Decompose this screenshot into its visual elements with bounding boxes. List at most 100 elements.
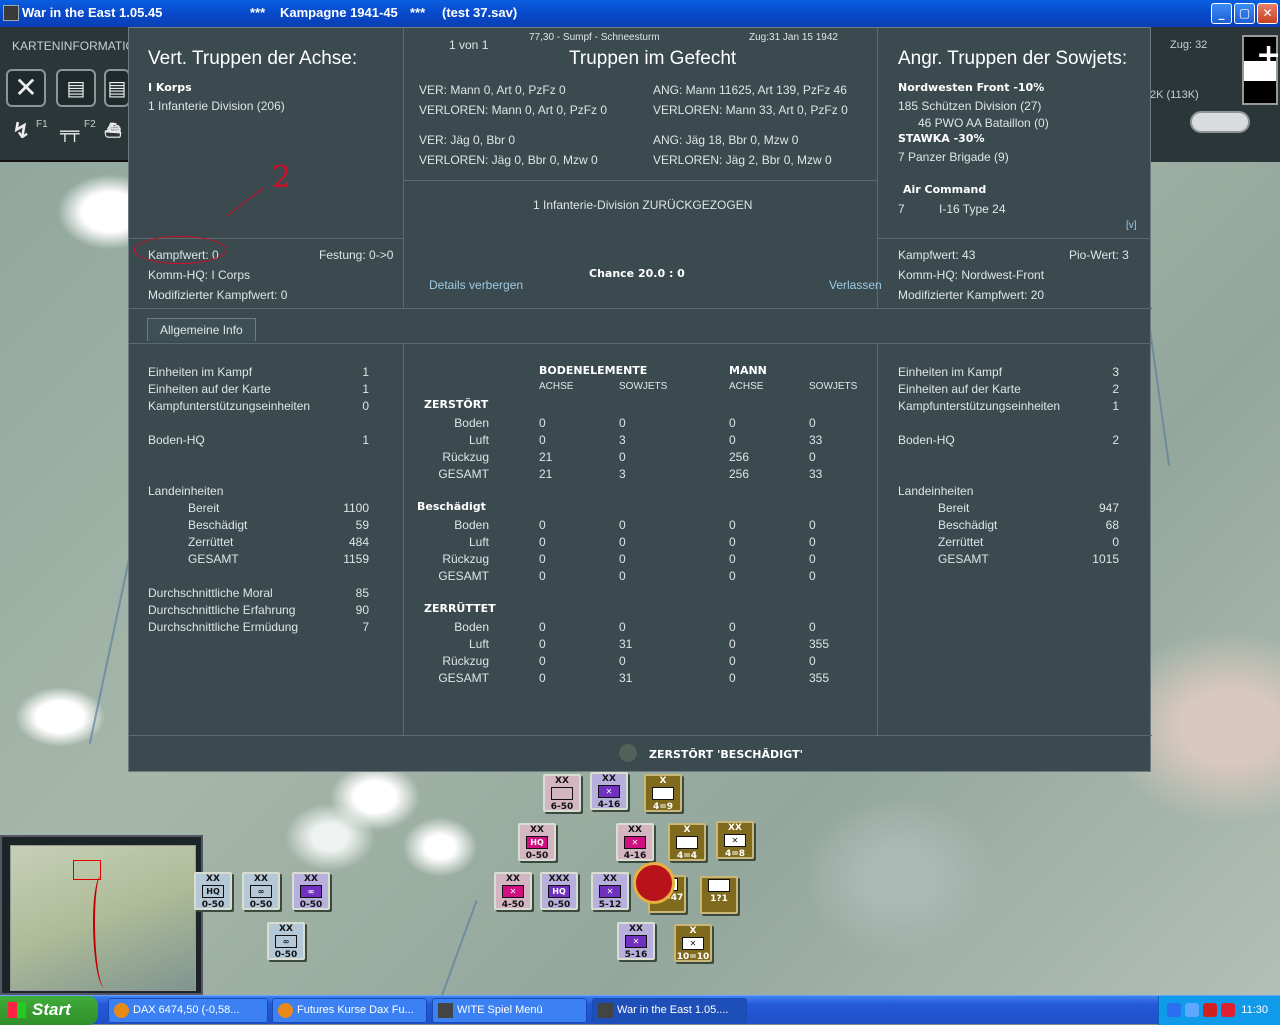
unit-counter[interactable]: XX ∞ 0-50 (292, 872, 330, 910)
unit-counter[interactable]: XXX HQ 0-50 (540, 872, 578, 910)
att-air: ANG: Jäg 18, Bbr 0, Mzw 0 (653, 133, 799, 147)
unit-type-icon: HQ (202, 885, 224, 898)
minimize-button[interactable]: _ (1211, 3, 1232, 24)
unit-strength-label: 1?1 (710, 894, 728, 904)
minimap-viewport (73, 860, 101, 880)
loss-row-label: Luft (468, 637, 489, 651)
loss-value: 0 (619, 552, 626, 566)
unit-type-icon (676, 836, 698, 849)
close-icon[interactable]: ✕ (6, 69, 46, 107)
loss-value: 0 (809, 416, 816, 430)
loss-value: 0 (619, 620, 626, 634)
expand-button[interactable]: [v] (1126, 220, 1137, 231)
unit-type-icon: HQ (526, 836, 548, 849)
turn-label: Zug: 32 (1170, 39, 1208, 51)
unit-counter[interactable]: XX ✕ 4-16 (616, 823, 654, 861)
air-command-label: Air Command (903, 183, 987, 196)
unit-counter[interactable]: X 4=9 (644, 774, 682, 812)
legend-icon (619, 744, 637, 762)
att-lost: VERLOREN: Mann 33, Art 0, PzFz 0 (653, 103, 848, 117)
unit-size-label: XX (555, 776, 569, 786)
attacker-unit[interactable]: 7 Panzer Brigade (9) (898, 150, 1009, 164)
def-air-lost: VERLOREN: Jäg 0, Bbr 0, Mzw 0 (419, 153, 598, 167)
stat-label: Boden-HQ (898, 433, 955, 447)
report-icon[interactable]: ▤ (56, 69, 96, 107)
f2-label: F2 (84, 119, 96, 130)
defender-modified-value: Modifizierter Kampfwert: 0 (148, 288, 288, 302)
map-info-label: KARTENINFORMATION (12, 39, 130, 53)
unit-counter[interactable]: 1?1 (700, 876, 738, 914)
unit-size-label: X (683, 825, 691, 835)
unit-strength-label: 0-50 (547, 900, 571, 910)
unit-strength-label: 0-50 (274, 950, 298, 960)
att-men: ANG: Mann 11625, Art 139, PzFz 46 (653, 83, 847, 97)
loss-section-title: Beschädigt (417, 500, 486, 513)
toggle-button[interactable] (1190, 111, 1250, 133)
loss-value: 0 (619, 569, 626, 583)
unit-strength-label: 4=8 (724, 849, 746, 859)
unit-size-label: XX (304, 874, 318, 884)
unit-counter[interactable]: XX HQ 0-50 (518, 823, 556, 861)
loss-row-label: Luft (468, 433, 489, 447)
loss-value: 0 (729, 620, 736, 634)
air-unit-count: 7 (898, 202, 905, 216)
move-mode-icon[interactable]: ↯ (12, 119, 30, 144)
list-icon[interactable]: ▤ (104, 69, 130, 107)
minimap[interactable] (0, 835, 203, 995)
defender-command-hq: Komm-HQ: I Corps (148, 268, 251, 282)
unit-size-label: XXX (548, 874, 570, 884)
stat-value: 1 (362, 433, 369, 447)
hide-details-link[interactable]: Details verbergen (429, 278, 523, 292)
start-button[interactable]: Start (0, 996, 98, 1025)
loss-value: 0 (729, 433, 736, 447)
col-ground-elements: BODENELEMENTE (539, 364, 648, 377)
unit-counter[interactable]: XX ✕ 4-16 (590, 772, 628, 810)
stat-label: Einheiten auf der Karte (898, 382, 1021, 396)
stat-value: 85 (355, 586, 369, 600)
loss-value: 0 (619, 535, 626, 549)
loss-row-label: GESAMT (438, 671, 489, 685)
unit-counter[interactable]: XX ✕ 4=8 (716, 821, 754, 859)
attacker-unit[interactable]: 46 PWO AA Bataillon (0) (918, 116, 1049, 130)
loss-value: 3 (619, 433, 626, 447)
attacker-command-hq: Komm-HQ: Nordwest-Front (898, 268, 1045, 282)
taskbar-item-active[interactable]: War in the East 1.05.... (592, 998, 747, 1023)
taskbar: Start DAX 6474,50 (-0,58... Futures Kurs… (0, 995, 1280, 1025)
unit-counter[interactable]: XX ✕ 4-50 (494, 872, 532, 910)
attacker-unit[interactable]: 185 Schützen Division (27) (898, 99, 1041, 113)
naval-mode-icon[interactable]: ⛴ (104, 123, 122, 139)
security-icon[interactable] (1203, 1003, 1217, 1017)
unit-counter[interactable]: XX ∞ 0-50 (242, 872, 280, 910)
unit-counter[interactable]: XX ∞ 0-50 (267, 922, 305, 960)
minimap-view[interactable] (10, 845, 196, 991)
unit-counter[interactable]: X ✕ 10=10 (674, 924, 712, 962)
unit-counter[interactable]: XX ✕ 5-12 (591, 872, 629, 910)
unit-counter[interactable]: XX HQ 0-50 (194, 872, 232, 910)
taskbar-item[interactable]: WITE Spiel Menü (432, 998, 587, 1023)
rail-mode-icon[interactable]: ╤╤ (60, 123, 79, 142)
attack-marker-icon[interactable] (633, 862, 675, 904)
network-icon[interactable] (1167, 1003, 1181, 1017)
antivirus-icon[interactable] (1221, 1003, 1235, 1017)
unit-size-label: XX (628, 825, 642, 835)
stat-value: 0 (1112, 535, 1119, 549)
combat-results-dialog: Vert. Truppen der Achse: I Korps 1 Infan… (128, 27, 1152, 772)
unit-counter[interactable]: XX 6-50 (543, 774, 581, 812)
minimap-frontline (93, 876, 113, 988)
unit-type-icon: HQ (548, 885, 570, 898)
defender-unit[interactable]: 1 Infanterie Division (206) (148, 99, 285, 113)
window-title-campaign: Kampagne 1941-45 (280, 5, 398, 20)
monitor-icon[interactable] (1185, 1003, 1199, 1017)
window-titlebar[interactable]: War in the East 1.05.45 *** Kampagne 194… (0, 0, 1280, 27)
maximize-button[interactable]: ▢ (1234, 3, 1255, 24)
loss-value: 0 (809, 450, 816, 464)
close-window-button[interactable]: ✕ (1257, 3, 1278, 24)
taskbar-item[interactable]: Futures Kurse Dax Fu... (272, 998, 427, 1023)
unit-strength-label: 4-16 (597, 800, 621, 810)
unit-counter[interactable]: XX ✕ 5-16 (617, 922, 655, 960)
unit-counter[interactable]: X 4=4 (668, 823, 706, 861)
loss-value: 0 (619, 450, 626, 464)
leave-link[interactable]: Verlassen (829, 278, 882, 292)
tab-general-info[interactable]: Allgemeine Info (147, 318, 256, 341)
taskbar-item[interactable]: DAX 6474,50 (-0,58... (108, 998, 268, 1023)
